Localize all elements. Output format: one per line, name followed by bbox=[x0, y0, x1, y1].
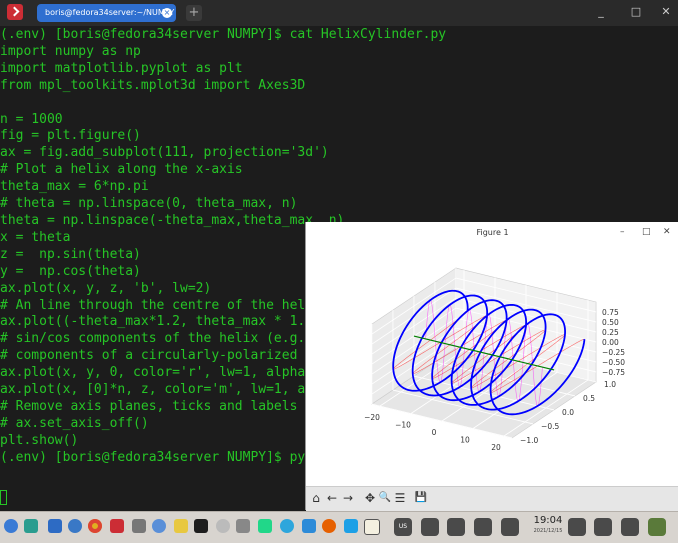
network-icon[interactable] bbox=[152, 519, 166, 533]
save-figure-button[interactable]: 💾 bbox=[414, 491, 428, 505]
y-tick-label: 0.0 bbox=[562, 408, 574, 417]
system-monitor-icon[interactable] bbox=[24, 519, 38, 533]
z-tick-label: −0.50 bbox=[602, 358, 625, 367]
close-window-button[interactable]: ✕ bbox=[659, 6, 673, 18]
telegram-icon[interactable] bbox=[280, 519, 294, 533]
terminal-app-icon[interactable] bbox=[7, 4, 23, 20]
x-tick-label: 10 bbox=[460, 436, 470, 445]
pan-button[interactable]: ✥ bbox=[363, 491, 377, 505]
figure-maximize-button[interactable]: □ bbox=[642, 227, 651, 237]
x-tick-label: −20 bbox=[364, 413, 380, 422]
new-tab-button[interactable]: + bbox=[186, 5, 202, 21]
user-avatar[interactable] bbox=[648, 518, 666, 536]
y-tick-label: −0.5 bbox=[541, 422, 559, 431]
settings-icon[interactable] bbox=[68, 519, 82, 533]
z-tick-label: −0.25 bbox=[602, 348, 625, 357]
launcher-icon[interactable] bbox=[4, 519, 18, 533]
volume-icon[interactable] bbox=[236, 519, 250, 533]
terminal-line: (.env) [boris@fedora34server NUMPY]$ cat… bbox=[0, 27, 447, 42]
clock[interactable]: 19:04 2021/12/15 bbox=[531, 515, 565, 535]
files-icon[interactable] bbox=[48, 519, 62, 533]
z-tick-label: 0.50 bbox=[602, 318, 619, 327]
keyboard-layout-indicator[interactable]: US bbox=[394, 518, 412, 536]
x-tick-label: 20 bbox=[491, 443, 501, 452]
tray-icon-3[interactable] bbox=[474, 518, 492, 536]
z-tick-label: 0.25 bbox=[602, 328, 619, 337]
figure-toolbar: ⌂ ← → ✥ 🔍 ☰ 💾 bbox=[306, 486, 678, 511]
maximize-window-button[interactable]: □ bbox=[629, 6, 643, 18]
terminal-line: import matplotlib.pyplot as plt bbox=[0, 60, 243, 76]
figure-minimize-button[interactable]: – bbox=[620, 227, 625, 237]
store-icon[interactable] bbox=[302, 519, 316, 533]
tab-terminal-session[interactable]: boris@fedora34server:~/NUMPY × bbox=[37, 4, 176, 22]
figure-close-button[interactable]: ✕ bbox=[663, 227, 671, 237]
terminal-dock-icon[interactable] bbox=[110, 519, 124, 533]
configure-subplots-button[interactable]: ☰ bbox=[393, 491, 407, 505]
terminal-line: n = 1000 bbox=[0, 111, 63, 127]
z-tick-label: 0.75 bbox=[602, 308, 619, 317]
x-tick-label: 0 bbox=[432, 428, 437, 437]
tray-icon-1[interactable] bbox=[421, 518, 439, 536]
terminal-line: ax = fig.add_subplot(111, projection='3d… bbox=[0, 145, 329, 161]
terminal-cursor bbox=[0, 490, 7, 505]
helix-3d-plot[interactable]: −20 −10 0 10 20 −1.0−0.50.0 0.5 1.0 −0.75−0.50−0… bbox=[306, 244, 678, 486]
vm-icon[interactable] bbox=[132, 519, 146, 533]
power-icon[interactable] bbox=[621, 518, 639, 536]
tab-title: boris@fedora34server:~/NUMPY bbox=[45, 8, 175, 17]
terminal-tab-bar: boris@fedora34server:~/NUMPY × + _ □ ✕ bbox=[0, 0, 678, 27]
firefox-icon[interactable] bbox=[322, 519, 336, 533]
tray-expand-chevron-icon[interactable] bbox=[501, 518, 519, 536]
music-icon[interactable] bbox=[216, 519, 230, 533]
close-tab-icon[interactable]: × bbox=[162, 8, 172, 18]
zoom-button[interactable]: 🔍 bbox=[378, 491, 392, 505]
terminal-line: fig = plt.figure() bbox=[0, 128, 141, 144]
y-tick-label: 1.0 bbox=[604, 380, 616, 389]
minimize-window-button[interactable]: _ bbox=[594, 6, 608, 18]
inkscape-icon[interactable] bbox=[364, 519, 380, 535]
terminal-line: import numpy as np bbox=[0, 43, 141, 59]
figure-titlebar[interactable]: Figure 1 – □ ✕ bbox=[306, 222, 678, 244]
chrome-icon[interactable] bbox=[88, 519, 102, 533]
pycharm-icon[interactable] bbox=[258, 519, 272, 533]
clock-time: 19:04 bbox=[533, 515, 563, 526]
matplotlib-figure-window[interactable]: Figure 1 – □ ✕ −20 −10 0 10 20 −1.0 −0.5 0.0 0.5… bbox=[305, 222, 678, 511]
terminal-line: from mpl_toolkits.mplot3d import Axes3D bbox=[0, 77, 306, 93]
home-button[interactable]: ⌂ bbox=[309, 491, 323, 505]
ide-icon[interactable] bbox=[194, 519, 208, 533]
forward-button[interactable]: → bbox=[341, 491, 355, 505]
taskbar-dock: US 19:04 2021/12/15 bbox=[0, 511, 678, 543]
terminal-line: # Plot a helix along the x-axis bbox=[0, 162, 243, 178]
notification-bell-icon[interactable] bbox=[568, 518, 586, 536]
skype-icon[interactable] bbox=[344, 519, 358, 533]
show-desktop-icon[interactable] bbox=[594, 518, 612, 536]
y-tick-label: −1.0 bbox=[520, 436, 538, 445]
tray-icon-2[interactable] bbox=[447, 518, 465, 536]
z-tick-label: 0.00 bbox=[602, 338, 619, 347]
z-tick-label: −0.75 bbox=[602, 368, 625, 377]
notes-icon[interactable] bbox=[174, 519, 188, 533]
clock-date: 2021/12/15 bbox=[533, 528, 563, 534]
terminal-line: theta_max = 6*np.pi bbox=[0, 179, 149, 195]
back-button[interactable]: ← bbox=[325, 491, 339, 505]
terminal-line: # theta = np.linspace(0, theta_max, n) bbox=[0, 196, 298, 212]
x-tick-label: −10 bbox=[395, 421, 411, 430]
y-tick-label: 0.5 bbox=[583, 394, 595, 403]
